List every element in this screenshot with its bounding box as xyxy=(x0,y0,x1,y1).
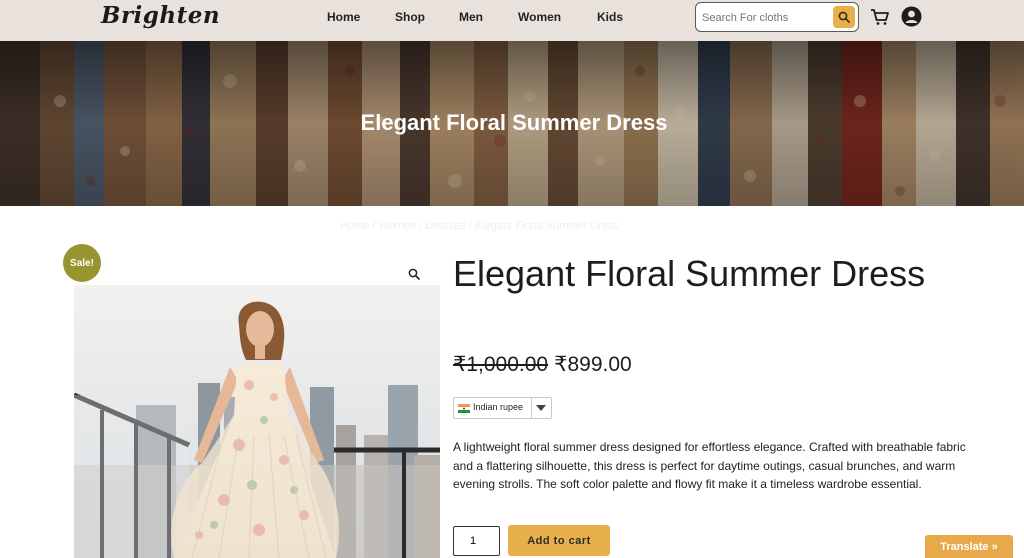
cart-icon[interactable] xyxy=(870,8,890,26)
account-icon[interactable] xyxy=(901,6,922,27)
translate-button[interactable]: Translate » xyxy=(925,535,1013,558)
product-image[interactable] xyxy=(74,285,440,558)
nav-home[interactable]: Home xyxy=(327,10,360,24)
nav-women[interactable]: Women xyxy=(518,10,561,24)
nav-shop[interactable]: Shop xyxy=(395,10,425,24)
search-icon xyxy=(838,11,850,23)
search-box xyxy=(695,2,859,32)
zoom-button[interactable] xyxy=(403,263,425,285)
product-title: Elegant Floral Summer Dress xyxy=(453,253,926,294)
chevron-down-icon xyxy=(536,405,546,411)
sale-badge: Sale! xyxy=(63,244,101,282)
hero-banner: Elegant Floral Summer Dress xyxy=(0,41,1024,206)
product-price: ₹1,000.00 ₹899.00 xyxy=(453,352,632,377)
hero-title: Elegant Floral Summer Dress xyxy=(360,110,668,135)
add-to-cart-button[interactable]: Add to cart xyxy=(508,525,610,556)
currency-divider xyxy=(531,398,532,418)
search-button[interactable] xyxy=(833,6,855,28)
sale-price: ₹899.00 xyxy=(554,353,632,376)
site-header: Brighten Home Shop Men Women Kids xyxy=(0,0,1024,41)
india-flag-icon xyxy=(458,404,470,413)
breadcrumb[interactable]: Home / Women / Dresses / Elegant Floral … xyxy=(340,220,619,232)
product-photo xyxy=(74,285,440,558)
currency-selector[interactable]: Indian rupee xyxy=(453,397,552,419)
nav-men[interactable]: Men xyxy=(459,10,483,24)
currency-label: Indian rupee xyxy=(473,402,524,412)
quantity-input[interactable] xyxy=(453,526,500,556)
nav-kids[interactable]: Kids xyxy=(597,10,623,24)
search-input[interactable] xyxy=(702,9,830,27)
product-description: A lightweight floral summer dress design… xyxy=(453,440,966,491)
site-logo[interactable]: Brighten xyxy=(101,2,220,29)
zoom-icon xyxy=(408,268,420,280)
old-price: ₹1,000.00 xyxy=(453,353,549,376)
